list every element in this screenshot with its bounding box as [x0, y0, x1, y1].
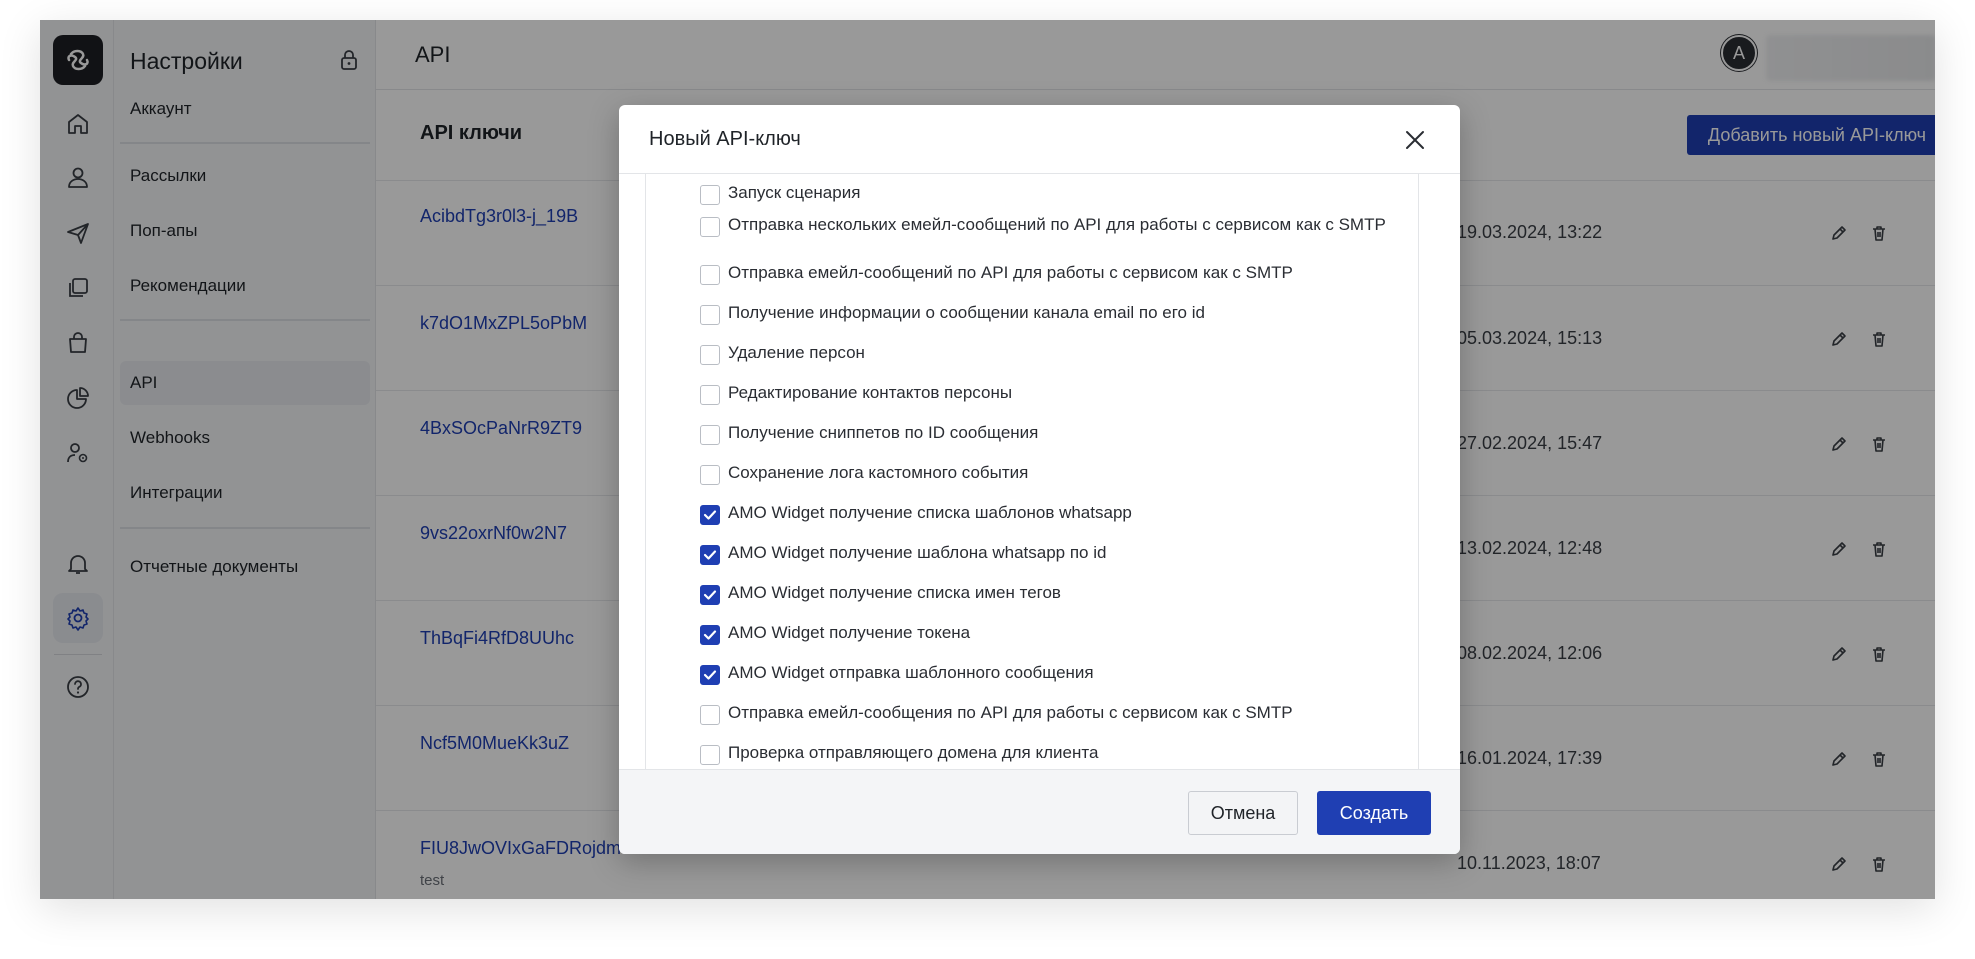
create-button[interactable]: Создать [1317, 791, 1431, 835]
permission-checkbox[interactable] [700, 545, 720, 565]
new-api-key-dialog: Новый API-ключ Запуск сценария Отправка … [619, 105, 1460, 854]
permission-checkbox[interactable] [700, 185, 720, 205]
permission-label: AMO Widget получение списка шаблонов wha… [728, 503, 1132, 522]
permission-label: Отправка емейл-сообщения по API для рабо… [728, 703, 1293, 722]
permission-item[interactable]: Сохранение лога кастомного события [700, 464, 1408, 485]
permission-label: Отправка нескольких емейл-сообщений по A… [728, 215, 1386, 234]
permission-checkbox[interactable] [700, 665, 720, 685]
permission-item[interactable]: AMO Widget получение списка шаблонов wha… [700, 504, 1408, 525]
permission-label: AMO Widget получение токена [728, 623, 971, 642]
cancel-button[interactable]: Отмена [1188, 791, 1298, 835]
permission-item[interactable]: Удаление персон [700, 344, 1408, 365]
app-window: Настройки Аккаунт Рассылки Поп-апы Реком… [40, 20, 1935, 899]
check-icon [703, 670, 717, 680]
permission-checkbox[interactable] [700, 385, 720, 405]
permission-checkbox[interactable] [700, 585, 720, 605]
permission-item[interactable]: Проверка отправляющего домена для клиент… [700, 744, 1408, 765]
permission-label: Получение информации о сообщении канала … [728, 303, 1205, 322]
dialog-header: Новый API-ключ [619, 105, 1460, 174]
permission-checkbox[interactable] [700, 745, 720, 765]
permission-item[interactable]: Получение информации о сообщении канала … [700, 304, 1408, 325]
permission-label: Сохранение лога кастомного события [728, 463, 1029, 482]
check-icon [703, 590, 717, 600]
permission-label: AMO Widget получение списка имен тегов [728, 583, 1061, 602]
permission-checkbox[interactable] [700, 217, 720, 237]
permission-label: AMO Widget отправка шаблонного сообщения [728, 663, 1094, 682]
permission-label: Удаление персон [728, 343, 865, 362]
permissions-list[interactable]: Запуск сценария Отправка нескольких емей… [645, 174, 1419, 769]
check-icon [703, 630, 717, 640]
permission-checkbox[interactable] [700, 425, 720, 445]
permission-checkbox[interactable] [700, 265, 720, 285]
permission-checkbox[interactable] [700, 705, 720, 725]
permission-item[interactable]: Отправка емейл-сообщения по API для рабо… [700, 704, 1408, 725]
permission-checkbox[interactable] [700, 505, 720, 525]
permission-checkbox[interactable] [700, 465, 720, 485]
permission-item[interactable]: Отправка емейл-сообщений по API для рабо… [700, 264, 1408, 285]
permission-label: Запуск сценария [728, 183, 861, 202]
permission-checkbox[interactable] [700, 625, 720, 645]
permission-label: Редактирование контактов персоны [728, 383, 1013, 402]
permission-checkbox[interactable] [700, 305, 720, 325]
permission-label: Проверка отправляющего домена для клиент… [728, 743, 1099, 762]
permission-item[interactable]: AMO Widget получение токена [700, 624, 1408, 645]
dialog-footer: Отмена Создать [619, 769, 1460, 854]
permission-label: AMO Widget получение шаблона whatsapp по… [728, 543, 1107, 562]
permission-item[interactable]: Запуск сценария [700, 184, 1408, 205]
check-icon [703, 550, 717, 560]
permission-item[interactable]: AMO Widget получение шаблона whatsapp по… [700, 544, 1408, 565]
permission-item[interactable]: Отправка нескольких емейл-сообщений по A… [700, 216, 1408, 237]
permission-label: Получение сниппетов по ID сообщения [728, 423, 1039, 442]
permission-item[interactable]: AMO Widget отправка шаблонного сообщения [700, 664, 1408, 685]
permission-label: Отправка емейл-сообщений по API для рабо… [728, 263, 1293, 282]
permission-checkbox[interactable] [700, 345, 720, 365]
permission-item[interactable]: AMO Widget получение списка имен тегов [700, 584, 1408, 605]
permission-item[interactable]: Редактирование контактов персоны [700, 384, 1408, 405]
permission-item[interactable]: Получение сниппетов по ID сообщения [700, 424, 1408, 445]
dialog-title: Новый API-ключ [649, 128, 801, 150]
check-icon [703, 510, 717, 520]
close-icon[interactable] [1400, 125, 1430, 155]
